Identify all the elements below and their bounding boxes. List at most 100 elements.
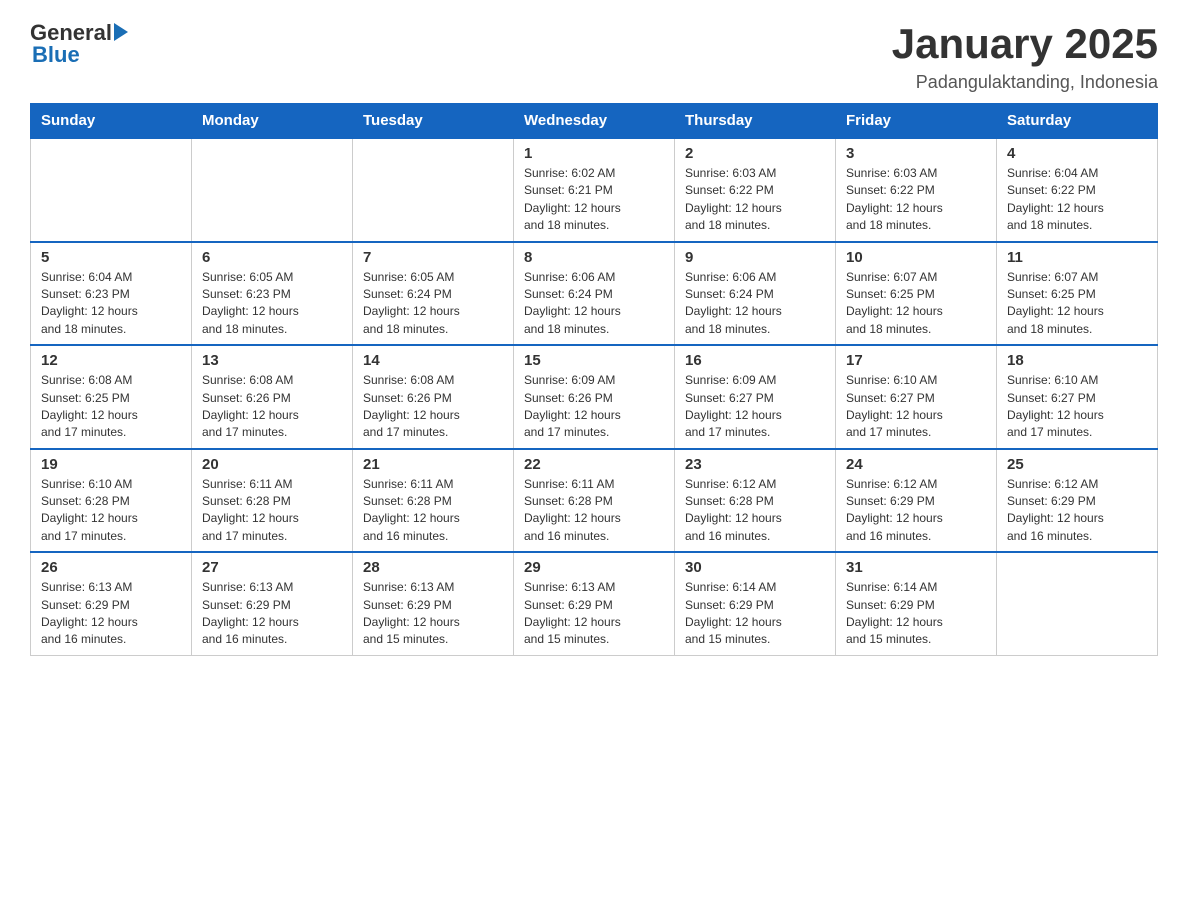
calendar-cell (31, 138, 192, 242)
day-number: 17 (846, 352, 986, 369)
day-info: Sunrise: 6:12 AMSunset: 6:29 PMDaylight:… (1007, 476, 1147, 546)
day-info: Sunrise: 6:03 AMSunset: 6:22 PMDaylight:… (685, 165, 825, 235)
calendar-cell: 9Sunrise: 6:06 AMSunset: 6:24 PMDaylight… (675, 242, 836, 346)
header-saturday: Saturday (997, 104, 1158, 139)
calendar-cell: 25 Sunrise: 6:12 AMSunset: 6:29 PMDayligh… (997, 449, 1158, 553)
day-number: 4 (1007, 145, 1147, 162)
day-number: 26 (41, 559, 181, 576)
calendar-cell: 10 Sunrise: 6:07 AMSunset: 6:25 PMDayligh… (836, 242, 997, 346)
day-info: Sunrise: 6:04 AMSunset: 6:22 PMDaylight:… (1007, 165, 1147, 235)
calendar-cell: 23 Sunrise: 6:12 AMSunset: 6:28 PMDayligh… (675, 449, 836, 553)
calendar-cell: 2 Sunrise: 6:03 AMSunset: 6:22 PMDaylight… (675, 138, 836, 242)
calendar-cell: 16Sunrise: 6:09 AMSunset: 6:27 PMDayligh… (675, 345, 836, 449)
day-number: 31 (846, 559, 986, 576)
calendar-cell: 31Sunrise: 6:14 AMSunset: 6:29 PMDayligh… (836, 552, 997, 655)
header-monday: Monday (192, 104, 353, 139)
calendar-cell (997, 552, 1158, 655)
calendar-cell: 18 Sunrise: 6:10 AMSunset: 6:27 PMDayligh… (997, 345, 1158, 449)
calendar-header-row: SundayMondayTuesdayWednesdayThursdayFrid… (31, 104, 1158, 139)
day-number: 30 (685, 559, 825, 576)
title-block: January 2025 Padangulaktanding, Indonesi… (892, 20, 1158, 93)
calendar-cell: 30 Sunrise: 6:14 AMSunset: 6:29 PMDayligh… (675, 552, 836, 655)
location-text: Padangulaktanding, Indonesia (892, 72, 1158, 93)
day-number: 7 (363, 249, 503, 266)
month-title: January 2025 (892, 20, 1158, 68)
day-info: Sunrise: 6:07 AMSunset: 6:25 PMDaylight:… (1007, 269, 1147, 339)
calendar-cell: 20Sunrise: 6:11 AMSunset: 6:28 PMDayligh… (192, 449, 353, 553)
day-info: Sunrise: 6:07 AMSunset: 6:25 PMDaylight:… (846, 269, 986, 339)
day-number: 11 (1007, 249, 1147, 266)
calendar-cell: 12 Sunrise: 6:08 AMSunset: 6:25 PMDayligh… (31, 345, 192, 449)
calendar-cell: 3 Sunrise: 6:03 AMSunset: 6:22 PMDaylight… (836, 138, 997, 242)
day-info: Sunrise: 6:08 AMSunset: 6:26 PMDaylight:… (202, 372, 342, 442)
day-info: Sunrise: 6:12 AMSunset: 6:29 PMDaylight:… (846, 476, 986, 546)
calendar-cell (353, 138, 514, 242)
header-sunday: Sunday (31, 104, 192, 139)
day-number: 21 (363, 456, 503, 473)
header-wednesday: Wednesday (514, 104, 675, 139)
calendar-cell: 19Sunrise: 6:10 AMSunset: 6:28 PMDayligh… (31, 449, 192, 553)
day-number: 28 (363, 559, 503, 576)
header-friday: Friday (836, 104, 997, 139)
day-number: 5 (41, 249, 181, 266)
calendar-cell: 13Sunrise: 6:08 AMSunset: 6:26 PMDayligh… (192, 345, 353, 449)
calendar-cell: 15 Sunrise: 6:09 AMSunset: 6:26 PMDayligh… (514, 345, 675, 449)
calendar-cell: 27Sunrise: 6:13 AMSunset: 6:29 PMDayligh… (192, 552, 353, 655)
day-info: Sunrise: 6:08 AMSunset: 6:26 PMDaylight:… (363, 372, 503, 442)
calendar-cell: 14 Sunrise: 6:08 AMSunset: 6:26 PMDayligh… (353, 345, 514, 449)
day-number: 12 (41, 352, 181, 369)
day-info: Sunrise: 6:10 AMSunset: 6:27 PMDaylight:… (846, 372, 986, 442)
day-info: Sunrise: 6:14 AMSunset: 6:29 PMDaylight:… (685, 579, 825, 649)
day-info: Sunrise: 6:03 AMSunset: 6:22 PMDaylight:… (846, 165, 986, 235)
calendar-cell (192, 138, 353, 242)
day-number: 10 (846, 249, 986, 266)
day-number: 18 (1007, 352, 1147, 369)
day-number: 2 (685, 145, 825, 162)
calendar-cell: 22 Sunrise: 6:11 AMSunset: 6:28 PMDayligh… (514, 449, 675, 553)
logo: General Blue (30, 20, 128, 68)
day-number: 24 (846, 456, 986, 473)
day-info: Sunrise: 6:13 AMSunset: 6:29 PMDaylight:… (202, 579, 342, 649)
day-number: 23 (685, 456, 825, 473)
day-number: 15 (524, 352, 664, 369)
day-number: 14 (363, 352, 503, 369)
week-row-3: 12 Sunrise: 6:08 AMSunset: 6:25 PMDayligh… (31, 345, 1158, 449)
calendar-cell: 26 Sunrise: 6:13 AMSunset: 6:29 PMDayligh… (31, 552, 192, 655)
day-number: 29 (524, 559, 664, 576)
calendar-cell: 4 Sunrise: 6:04 AMSunset: 6:22 PMDaylight… (997, 138, 1158, 242)
day-info: Sunrise: 6:04 AMSunset: 6:23 PMDaylight:… (41, 269, 181, 339)
calendar-cell: 11 Sunrise: 6:07 AMSunset: 6:25 PMDayligh… (997, 242, 1158, 346)
day-info: Sunrise: 6:11 AMSunset: 6:28 PMDaylight:… (524, 476, 664, 546)
day-number: 9 (685, 249, 825, 266)
calendar-cell: 17 Sunrise: 6:10 AMSunset: 6:27 PMDayligh… (836, 345, 997, 449)
day-number: 6 (202, 249, 342, 266)
calendar-cell: 8Sunrise: 6:06 AMSunset: 6:24 PMDaylight… (514, 242, 675, 346)
day-info: Sunrise: 6:13 AMSunset: 6:29 PMDaylight:… (41, 579, 181, 649)
week-row-5: 26 Sunrise: 6:13 AMSunset: 6:29 PMDayligh… (31, 552, 1158, 655)
day-info: Sunrise: 6:10 AMSunset: 6:27 PMDaylight:… (1007, 372, 1147, 442)
day-info: Sunrise: 6:08 AMSunset: 6:25 PMDaylight:… (41, 372, 181, 442)
day-number: 25 (1007, 456, 1147, 473)
day-number: 20 (202, 456, 342, 473)
day-info: Sunrise: 6:06 AMSunset: 6:24 PMDaylight:… (524, 269, 664, 339)
day-info: Sunrise: 6:10 AMSunset: 6:28 PMDaylight:… (41, 476, 181, 546)
calendar-cell: 7Sunrise: 6:05 AMSunset: 6:24 PMDaylight… (353, 242, 514, 346)
calendar-cell: 28 Sunrise: 6:13 AMSunset: 6:29 PMDayligh… (353, 552, 514, 655)
day-info: Sunrise: 6:09 AMSunset: 6:26 PMDaylight:… (524, 372, 664, 442)
day-info: Sunrise: 6:13 AMSunset: 6:29 PMDaylight:… (524, 579, 664, 649)
calendar-cell: 1Sunrise: 6:02 AMSunset: 6:21 PMDaylight… (514, 138, 675, 242)
week-row-1: 1Sunrise: 6:02 AMSunset: 6:21 PMDaylight… (31, 138, 1158, 242)
calendar-cell: 6Sunrise: 6:05 AMSunset: 6:23 PMDaylight… (192, 242, 353, 346)
header-tuesday: Tuesday (353, 104, 514, 139)
day-info: Sunrise: 6:12 AMSunset: 6:28 PMDaylight:… (685, 476, 825, 546)
calendar-cell: 21Sunrise: 6:11 AMSunset: 6:28 PMDayligh… (353, 449, 514, 553)
logo-arrow-icon (114, 23, 128, 41)
day-number: 22 (524, 456, 664, 473)
logo-blue-text: Blue (30, 42, 80, 68)
week-row-2: 5 Sunrise: 6:04 AMSunset: 6:23 PMDaylight… (31, 242, 1158, 346)
day-info: Sunrise: 6:13 AMSunset: 6:29 PMDaylight:… (363, 579, 503, 649)
calendar-cell: 24 Sunrise: 6:12 AMSunset: 6:29 PMDayligh… (836, 449, 997, 553)
header-thursday: Thursday (675, 104, 836, 139)
day-info: Sunrise: 6:09 AMSunset: 6:27 PMDaylight:… (685, 372, 825, 442)
day-number: 3 (846, 145, 986, 162)
